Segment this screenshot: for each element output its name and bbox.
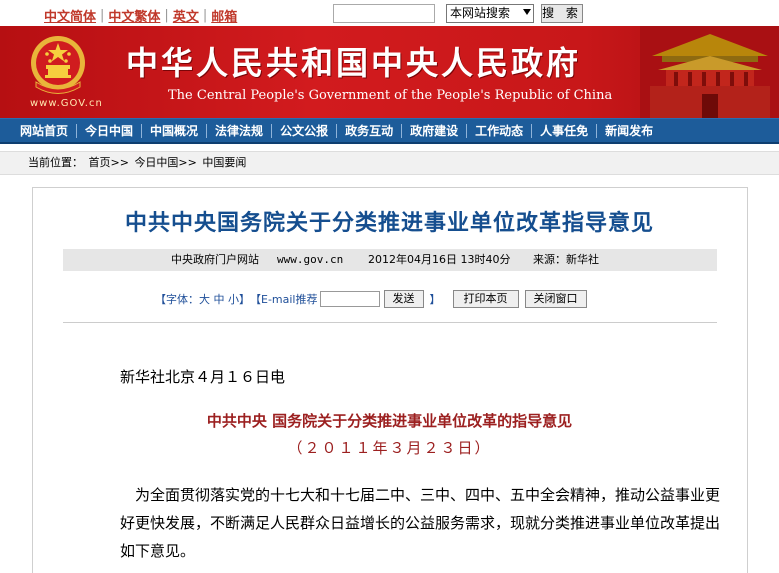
breadcrumb-label: 当前位置：: [28, 156, 83, 169]
link-mail[interactable]: 邮箱: [207, 6, 241, 25]
dropdown-arrow-icon: [523, 9, 531, 15]
article-tools: 【字体：大 中 小】 【E-mail推荐 发送 】 打印本页 关闭窗口: [155, 288, 593, 310]
close-window-button[interactable]: 关闭窗口: [524, 290, 587, 308]
bracket-close: 】: [429, 293, 441, 306]
nav-item-china-overview[interactable]: 中国概况: [142, 122, 206, 139]
main-nav: 网站首页 今日中国 中国概况 法律法规 公文公报 政务互动 政府建设 工作动态 …: [0, 118, 779, 144]
breadcrumb: 当前位置： 首页>> 今日中国>> 中国要闻: [0, 151, 779, 175]
breadcrumb-today-china[interactable]: 今日中国>>: [134, 156, 196, 169]
divider: [63, 322, 717, 323]
breadcrumb-home[interactable]: 首页>>: [89, 156, 129, 169]
breadcrumb-current[interactable]: 中国要闻: [202, 156, 246, 169]
link-english[interactable]: 英文: [169, 6, 203, 25]
national-emblem-icon: [31, 36, 85, 94]
meta-datetime: 2012年04月16日 13时40分: [368, 253, 511, 266]
article-title: 中共中央国务院关于分类推进事业单位改革指导意见: [124, 211, 654, 236]
site-subtitle: The Central People's Government of the P…: [168, 88, 613, 103]
top-strip: 中文简体 | 中文繁体 | 英文 | 邮箱 本网站搜索 搜 索: [0, 0, 779, 26]
email-input[interactable]: [319, 291, 380, 307]
print-button[interactable]: 打印本页: [452, 290, 519, 308]
search-button[interactable]: 搜 索: [541, 4, 583, 23]
gov-url: www.GOV.cn: [30, 98, 103, 109]
meta-source: 来源：新华社: [533, 253, 599, 266]
search-scope-select[interactable]: 本网站搜索: [446, 4, 534, 23]
header-banner: www.GOV.cn 中华人民共和国中央人民政府 The Central Peo…: [0, 26, 779, 118]
search-scope-value: 本网站搜索: [450, 6, 511, 20]
nav-item-gov-building[interactable]: 政府建设: [402, 122, 466, 139]
article-paragraph: 为全面贯彻落实党的十七大和十七届二中、三中、四中、五中全会精神，推动公益事业更好…: [120, 486, 721, 560]
nav-item-laws[interactable]: 法律法规: [207, 122, 271, 139]
site-title: 中华人民共和国中央人民政府: [126, 44, 582, 82]
nav-item-today-china[interactable]: 今日中国: [77, 122, 141, 139]
font-size-selector[interactable]: 【字体：大 中 小】: [155, 291, 250, 307]
send-button[interactable]: 发送: [383, 290, 424, 308]
document-title: 中共中央 国务院关于分类推进事业单位改革的指导意见: [206, 412, 573, 430]
nav-item-bulletins[interactable]: 公文公报: [272, 122, 336, 139]
link-simplified-chinese[interactable]: 中文简体: [40, 6, 100, 25]
article-meta: 中央政府门户网站 www.gov.cn 2012年04月16日 13时40分 来…: [63, 249, 717, 271]
nav-item-interaction[interactable]: 政务互动: [337, 122, 401, 139]
language-links: 中文简体 | 中文繁体 | 英文 | 邮箱: [40, 6, 241, 25]
nav-item-press[interactable]: 新闻发布: [597, 122, 661, 139]
email-recommend-label: 【E-mail推荐: [250, 293, 318, 306]
link-traditional-chinese[interactable]: 中文繁体: [104, 6, 164, 25]
meta-site: 中央政府门户网站: [171, 253, 259, 266]
tiananmen-icon: [640, 26, 779, 118]
nav-item-work-news[interactable]: 工作动态: [467, 122, 531, 139]
search-input[interactable]: [333, 4, 435, 23]
dateline: 新华社北京４月１６日电: [120, 368, 286, 386]
meta-domain: www.gov.cn: [277, 253, 344, 266]
nav-item-appointments[interactable]: 人事任免: [532, 122, 596, 139]
nav-item-home[interactable]: 网站首页: [12, 122, 76, 139]
document-date: （２０１１年３月２３日）: [287, 439, 492, 457]
